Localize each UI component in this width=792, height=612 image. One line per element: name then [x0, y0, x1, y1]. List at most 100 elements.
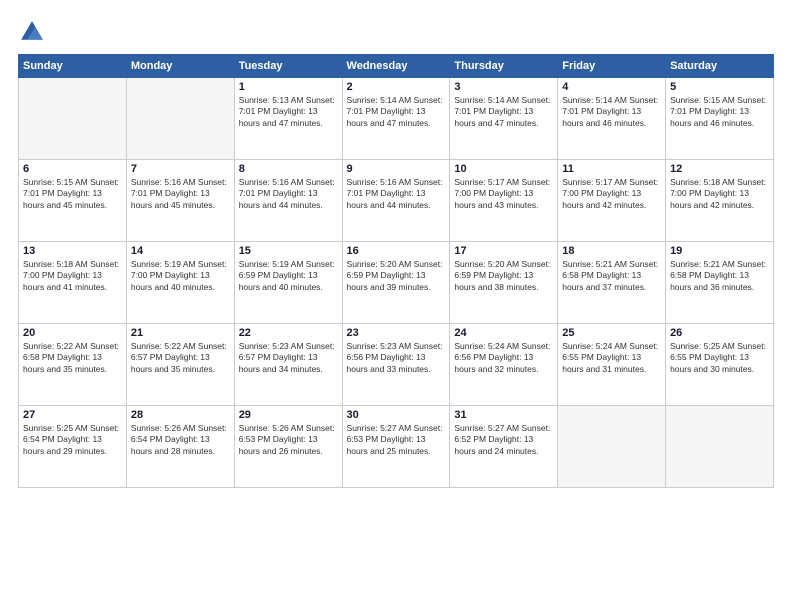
calendar-day-cell: 15 Sunrise: 5:19 AM Sunset: 6:59 PM Dayli…	[234, 242, 342, 324]
day-info: Sunrise: 5:18 AM Sunset: 7:00 PM Dayligh…	[670, 177, 769, 211]
day-number: 12	[670, 163, 769, 175]
calendar-day-cell: 23 Sunrise: 5:23 AM Sunset: 6:56 PM Dayli…	[342, 324, 450, 406]
day-info: Sunrise: 5:19 AM Sunset: 6:59 PM Dayligh…	[239, 259, 338, 293]
day-number: 21	[131, 327, 230, 339]
day-info: Sunrise: 5:14 AM Sunset: 7:01 PM Dayligh…	[347, 95, 446, 129]
calendar-day-cell	[558, 406, 666, 488]
day-info: Sunrise: 5:18 AM Sunset: 7:00 PM Dayligh…	[23, 259, 122, 293]
page: SundayMondayTuesdayWednesdayThursdayFrid…	[0, 0, 792, 612]
weekday-header: Sunday	[19, 55, 127, 78]
day-number: 25	[562, 327, 661, 339]
day-info: Sunrise: 5:16 AM Sunset: 7:01 PM Dayligh…	[347, 177, 446, 211]
day-info: Sunrise: 5:23 AM Sunset: 6:56 PM Dayligh…	[347, 341, 446, 375]
day-info: Sunrise: 5:14 AM Sunset: 7:01 PM Dayligh…	[454, 95, 553, 129]
day-number: 23	[347, 327, 446, 339]
day-number: 30	[347, 409, 446, 421]
day-number: 15	[239, 245, 338, 257]
calendar-day-cell: 22 Sunrise: 5:23 AM Sunset: 6:57 PM Dayli…	[234, 324, 342, 406]
day-info: Sunrise: 5:26 AM Sunset: 6:53 PM Dayligh…	[239, 423, 338, 457]
calendar-day-cell: 13 Sunrise: 5:18 AM Sunset: 7:00 PM Dayli…	[19, 242, 127, 324]
weekday-header: Wednesday	[342, 55, 450, 78]
day-info: Sunrise: 5:20 AM Sunset: 6:59 PM Dayligh…	[347, 259, 446, 293]
day-info: Sunrise: 5:13 AM Sunset: 7:01 PM Dayligh…	[239, 95, 338, 129]
calendar-header-row: SundayMondayTuesdayWednesdayThursdayFrid…	[19, 55, 774, 78]
day-number: 22	[239, 327, 338, 339]
calendar-day-cell: 3 Sunrise: 5:14 AM Sunset: 7:01 PM Daylig…	[450, 78, 558, 160]
day-info: Sunrise: 5:20 AM Sunset: 6:59 PM Dayligh…	[454, 259, 553, 293]
day-number: 9	[347, 163, 446, 175]
day-number: 1	[239, 81, 338, 93]
calendar-day-cell: 21 Sunrise: 5:22 AM Sunset: 6:57 PM Dayli…	[126, 324, 234, 406]
weekday-header: Tuesday	[234, 55, 342, 78]
day-number: 31	[454, 409, 553, 421]
calendar-week-row: 27 Sunrise: 5:25 AM Sunset: 6:54 PM Dayli…	[19, 406, 774, 488]
day-info: Sunrise: 5:23 AM Sunset: 6:57 PM Dayligh…	[239, 341, 338, 375]
day-number: 26	[670, 327, 769, 339]
day-number: 8	[239, 163, 338, 175]
calendar-day-cell: 30 Sunrise: 5:27 AM Sunset: 6:53 PM Dayli…	[342, 406, 450, 488]
day-info: Sunrise: 5:25 AM Sunset: 6:54 PM Dayligh…	[23, 423, 122, 457]
calendar-day-cell: 31Sunrise: 5:27 AM Sunset: 6:52 PM Dayli…	[450, 406, 558, 488]
calendar-day-cell	[666, 406, 774, 488]
calendar-day-cell: 8Sunrise: 5:16 AM Sunset: 7:01 PM Daylig…	[234, 160, 342, 242]
weekday-header: Friday	[558, 55, 666, 78]
calendar-day-cell: 18 Sunrise: 5:21 AM Sunset: 6:58 PM Dayli…	[558, 242, 666, 324]
calendar-day-cell: 14Sunrise: 5:19 AM Sunset: 7:00 PM Dayli…	[126, 242, 234, 324]
logo-icon	[18, 18, 46, 46]
day-number: 10	[454, 163, 553, 175]
day-info: Sunrise: 5:27 AM Sunset: 6:53 PM Dayligh…	[347, 423, 446, 457]
day-number: 28	[131, 409, 230, 421]
day-number: 11	[562, 163, 661, 175]
weekday-header: Thursday	[450, 55, 558, 78]
calendar-day-cell: 20 Sunrise: 5:22 AM Sunset: 6:58 PM Dayli…	[19, 324, 127, 406]
calendar-day-cell: 7 Sunrise: 5:16 AM Sunset: 7:01 PM Daylig…	[126, 160, 234, 242]
day-info: Sunrise: 5:16 AM Sunset: 7:01 PM Dayligh…	[131, 177, 230, 211]
day-info: Sunrise: 5:15 AM Sunset: 7:01 PM Dayligh…	[23, 177, 122, 211]
day-number: 16	[347, 245, 446, 257]
calendar-day-cell: 28 Sunrise: 5:26 AM Sunset: 6:54 PM Dayli…	[126, 406, 234, 488]
calendar-day-cell: 6 Sunrise: 5:15 AM Sunset: 7:01 PM Daylig…	[19, 160, 127, 242]
header	[18, 18, 774, 46]
day-number: 4	[562, 81, 661, 93]
day-info: Sunrise: 5:21 AM Sunset: 6:58 PM Dayligh…	[670, 259, 769, 293]
day-number: 18	[562, 245, 661, 257]
day-info: Sunrise: 5:15 AM Sunset: 7:01 PM Dayligh…	[670, 95, 769, 129]
calendar-day-cell	[126, 78, 234, 160]
day-info: Sunrise: 5:17 AM Sunset: 7:00 PM Dayligh…	[562, 177, 661, 211]
day-info: Sunrise: 5:22 AM Sunset: 6:57 PM Dayligh…	[131, 341, 230, 375]
day-info: Sunrise: 5:24 AM Sunset: 6:56 PM Dayligh…	[454, 341, 553, 375]
calendar-day-cell: 1 Sunrise: 5:13 AM Sunset: 7:01 PM Daylig…	[234, 78, 342, 160]
day-number: 27	[23, 409, 122, 421]
weekday-header: Saturday	[666, 55, 774, 78]
calendar-day-cell: 16 Sunrise: 5:20 AM Sunset: 6:59 PM Dayli…	[342, 242, 450, 324]
calendar-day-cell: 12 Sunrise: 5:18 AM Sunset: 7:00 PM Dayli…	[666, 160, 774, 242]
day-number: 19	[670, 245, 769, 257]
day-number: 6	[23, 163, 122, 175]
day-number: 20	[23, 327, 122, 339]
weekday-header: Monday	[126, 55, 234, 78]
calendar-day-cell: 17 Sunrise: 5:20 AM Sunset: 6:59 PM Dayli…	[450, 242, 558, 324]
day-info: Sunrise: 5:25 AM Sunset: 6:55 PM Dayligh…	[670, 341, 769, 375]
day-info: Sunrise: 5:14 AM Sunset: 7:01 PM Dayligh…	[562, 95, 661, 129]
logo	[18, 18, 50, 46]
day-info: Sunrise: 5:21 AM Sunset: 6:58 PM Dayligh…	[562, 259, 661, 293]
day-info: Sunrise: 5:26 AM Sunset: 6:54 PM Dayligh…	[131, 423, 230, 457]
day-info: Sunrise: 5:22 AM Sunset: 6:58 PM Dayligh…	[23, 341, 122, 375]
calendar-week-row: 13 Sunrise: 5:18 AM Sunset: 7:00 PM Dayli…	[19, 242, 774, 324]
calendar-day-cell: 5 Sunrise: 5:15 AM Sunset: 7:01 PM Daylig…	[666, 78, 774, 160]
calendar-day-cell: 19 Sunrise: 5:21 AM Sunset: 6:58 PM Dayli…	[666, 242, 774, 324]
day-number: 29	[239, 409, 338, 421]
calendar-day-cell: 27 Sunrise: 5:25 AM Sunset: 6:54 PM Dayli…	[19, 406, 127, 488]
day-info: Sunrise: 5:24 AM Sunset: 6:55 PM Dayligh…	[562, 341, 661, 375]
calendar-day-cell: 26 Sunrise: 5:25 AM Sunset: 6:55 PM Dayli…	[666, 324, 774, 406]
calendar-day-cell: 29 Sunrise: 5:26 AM Sunset: 6:53 PM Dayli…	[234, 406, 342, 488]
day-number: 5	[670, 81, 769, 93]
day-number: 17	[454, 245, 553, 257]
day-number: 7	[131, 163, 230, 175]
calendar-week-row: 6 Sunrise: 5:15 AM Sunset: 7:01 PM Daylig…	[19, 160, 774, 242]
calendar-week-row: 1 Sunrise: 5:13 AM Sunset: 7:01 PM Daylig…	[19, 78, 774, 160]
day-number: 24	[454, 327, 553, 339]
day-number: 2	[347, 81, 446, 93]
day-number: 13	[23, 245, 122, 257]
day-number: 3	[454, 81, 553, 93]
